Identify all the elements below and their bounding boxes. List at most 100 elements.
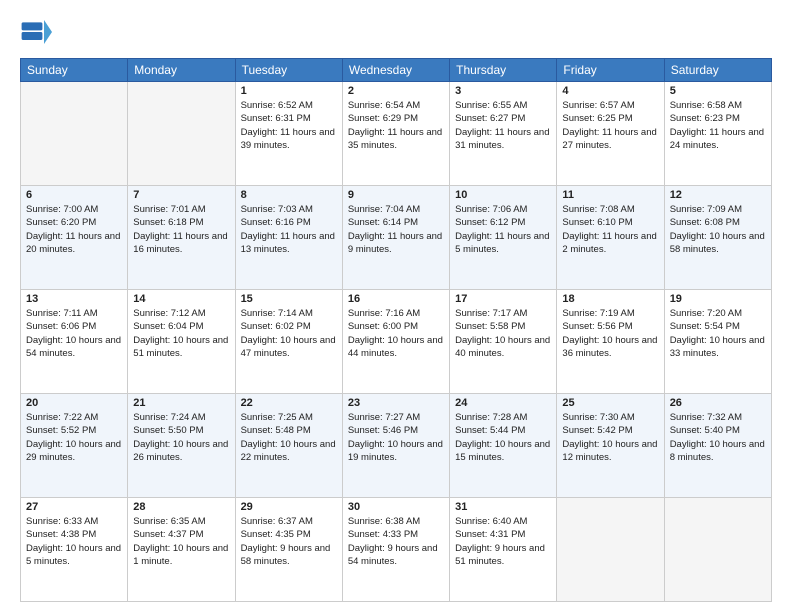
day-info: Sunrise: 7:20 AM Sunset: 5:54 PM Dayligh… — [670, 307, 766, 360]
day-number: 28 — [133, 501, 229, 513]
daylight-label: Daylight: 10 hours and 40 minutes. — [455, 335, 550, 359]
sunrise-label: Sunrise: 6:52 AM — [241, 100, 313, 111]
sunset-label: Sunset: 6:06 PM — [26, 321, 96, 332]
day-info: Sunrise: 6:57 AM Sunset: 6:25 PM Dayligh… — [562, 99, 658, 152]
daylight-label: Daylight: 10 hours and 54 minutes. — [26, 335, 121, 359]
sunset-label: Sunset: 6:31 PM — [241, 113, 311, 124]
weekday-header-row: SundayMondayTuesdayWednesdayThursdayFrid… — [21, 59, 772, 82]
day-info: Sunrise: 6:33 AM Sunset: 4:38 PM Dayligh… — [26, 515, 122, 568]
sunrise-label: Sunrise: 7:32 AM — [670, 412, 742, 423]
calendar-cell: 7 Sunrise: 7:01 AM Sunset: 6:18 PM Dayli… — [128, 186, 235, 290]
calendar-cell: 24 Sunrise: 7:28 AM Sunset: 5:44 PM Dayl… — [450, 394, 557, 498]
daylight-label: Daylight: 10 hours and 58 minutes. — [670, 231, 765, 255]
calendar-cell: 27 Sunrise: 6:33 AM Sunset: 4:38 PM Dayl… — [21, 498, 128, 602]
sunset-label: Sunset: 6:04 PM — [133, 321, 203, 332]
day-number: 17 — [455, 293, 551, 305]
daylight-label: Daylight: 11 hours and 31 minutes. — [455, 127, 549, 151]
daylight-label: Daylight: 11 hours and 27 minutes. — [562, 127, 656, 151]
day-number: 6 — [26, 189, 122, 201]
sunset-label: Sunset: 5:54 PM — [670, 321, 740, 332]
day-number: 8 — [241, 189, 337, 201]
day-info: Sunrise: 7:17 AM Sunset: 5:58 PM Dayligh… — [455, 307, 551, 360]
calendar-cell: 15 Sunrise: 7:14 AM Sunset: 6:02 PM Dayl… — [235, 290, 342, 394]
calendar-cell: 22 Sunrise: 7:25 AM Sunset: 5:48 PM Dayl… — [235, 394, 342, 498]
sunrise-label: Sunrise: 7:06 AM — [455, 204, 527, 215]
sunrise-label: Sunrise: 6:35 AM — [133, 516, 205, 527]
sunset-label: Sunset: 5:50 PM — [133, 425, 203, 436]
calendar-cell: 9 Sunrise: 7:04 AM Sunset: 6:14 PM Dayli… — [342, 186, 449, 290]
daylight-label: Daylight: 10 hours and 47 minutes. — [241, 335, 336, 359]
calendar-cell: 8 Sunrise: 7:03 AM Sunset: 6:16 PM Dayli… — [235, 186, 342, 290]
calendar-cell: 17 Sunrise: 7:17 AM Sunset: 5:58 PM Dayl… — [450, 290, 557, 394]
day-number: 11 — [562, 189, 658, 201]
daylight-label: Daylight: 11 hours and 2 minutes. — [562, 231, 656, 255]
day-info: Sunrise: 7:30 AM Sunset: 5:42 PM Dayligh… — [562, 411, 658, 464]
sunset-label: Sunset: 6:23 PM — [670, 113, 740, 124]
sunrise-label: Sunrise: 7:11 AM — [26, 308, 98, 319]
daylight-label: Daylight: 10 hours and 19 minutes. — [348, 439, 443, 463]
day-info: Sunrise: 7:24 AM Sunset: 5:50 PM Dayligh… — [133, 411, 229, 464]
header — [20, 16, 772, 48]
daylight-label: Daylight: 10 hours and 22 minutes. — [241, 439, 336, 463]
calendar-cell: 5 Sunrise: 6:58 AM Sunset: 6:23 PM Dayli… — [664, 82, 771, 186]
day-info: Sunrise: 6:38 AM Sunset: 4:33 PM Dayligh… — [348, 515, 444, 568]
day-info: Sunrise: 6:55 AM Sunset: 6:27 PM Dayligh… — [455, 99, 551, 152]
calendar-cell: 6 Sunrise: 7:00 AM Sunset: 6:20 PM Dayli… — [21, 186, 128, 290]
day-number: 5 — [670, 85, 766, 97]
sunset-label: Sunset: 6:14 PM — [348, 217, 418, 228]
day-number: 24 — [455, 397, 551, 409]
sunset-label: Sunset: 6:20 PM — [26, 217, 96, 228]
daylight-label: Daylight: 10 hours and 8 minutes. — [670, 439, 765, 463]
sunset-label: Sunset: 5:46 PM — [348, 425, 418, 436]
daylight-label: Daylight: 10 hours and 15 minutes. — [455, 439, 550, 463]
daylight-label: Daylight: 10 hours and 36 minutes. — [562, 335, 657, 359]
logo — [20, 16, 56, 48]
day-number: 20 — [26, 397, 122, 409]
calendar-cell: 19 Sunrise: 7:20 AM Sunset: 5:54 PM Dayl… — [664, 290, 771, 394]
calendar-cell: 21 Sunrise: 7:24 AM Sunset: 5:50 PM Dayl… — [128, 394, 235, 498]
daylight-label: Daylight: 9 hours and 51 minutes. — [455, 543, 545, 567]
day-number: 4 — [562, 85, 658, 97]
calendar-cell: 10 Sunrise: 7:06 AM Sunset: 6:12 PM Dayl… — [450, 186, 557, 290]
daylight-label: Daylight: 10 hours and 1 minute. — [133, 543, 228, 567]
daylight-label: Daylight: 11 hours and 20 minutes. — [26, 231, 120, 255]
day-info: Sunrise: 7:16 AM Sunset: 6:00 PM Dayligh… — [348, 307, 444, 360]
sunrise-label: Sunrise: 7:28 AM — [455, 412, 527, 423]
sunrise-label: Sunrise: 7:20 AM — [670, 308, 742, 319]
day-info: Sunrise: 6:37 AM Sunset: 4:35 PM Dayligh… — [241, 515, 337, 568]
day-info: Sunrise: 6:40 AM Sunset: 4:31 PM Dayligh… — [455, 515, 551, 568]
day-info: Sunrise: 7:28 AM Sunset: 5:44 PM Dayligh… — [455, 411, 551, 464]
daylight-label: Daylight: 10 hours and 51 minutes. — [133, 335, 228, 359]
sunset-label: Sunset: 6:16 PM — [241, 217, 311, 228]
calendar-cell: 14 Sunrise: 7:12 AM Sunset: 6:04 PM Dayl… — [128, 290, 235, 394]
calendar-cell: 29 Sunrise: 6:37 AM Sunset: 4:35 PM Dayl… — [235, 498, 342, 602]
day-info: Sunrise: 6:54 AM Sunset: 6:29 PM Dayligh… — [348, 99, 444, 152]
sunset-label: Sunset: 6:02 PM — [241, 321, 311, 332]
calendar-cell — [557, 498, 664, 602]
weekday-tuesday: Tuesday — [235, 59, 342, 82]
sunset-label: Sunset: 6:18 PM — [133, 217, 203, 228]
day-number: 7 — [133, 189, 229, 201]
week-row-2: 6 Sunrise: 7:00 AM Sunset: 6:20 PM Dayli… — [21, 186, 772, 290]
daylight-label: Daylight: 9 hours and 58 minutes. — [241, 543, 331, 567]
day-number: 15 — [241, 293, 337, 305]
sunset-label: Sunset: 5:56 PM — [562, 321, 632, 332]
daylight-label: Daylight: 11 hours and 24 minutes. — [670, 127, 764, 151]
day-number: 3 — [455, 85, 551, 97]
daylight-label: Daylight: 10 hours and 29 minutes. — [26, 439, 121, 463]
sunrise-label: Sunrise: 6:37 AM — [241, 516, 313, 527]
sunrise-label: Sunrise: 7:04 AM — [348, 204, 420, 215]
day-number: 22 — [241, 397, 337, 409]
sunrise-label: Sunrise: 7:14 AM — [241, 308, 313, 319]
sunrise-label: Sunrise: 6:55 AM — [455, 100, 527, 111]
weekday-wednesday: Wednesday — [342, 59, 449, 82]
week-row-3: 13 Sunrise: 7:11 AM Sunset: 6:06 PM Dayl… — [21, 290, 772, 394]
calendar-cell: 13 Sunrise: 7:11 AM Sunset: 6:06 PM Dayl… — [21, 290, 128, 394]
day-info: Sunrise: 7:06 AM Sunset: 6:12 PM Dayligh… — [455, 203, 551, 256]
weekday-saturday: Saturday — [664, 59, 771, 82]
sunset-label: Sunset: 6:12 PM — [455, 217, 525, 228]
day-info: Sunrise: 7:27 AM Sunset: 5:46 PM Dayligh… — [348, 411, 444, 464]
day-number: 9 — [348, 189, 444, 201]
sunset-label: Sunset: 5:44 PM — [455, 425, 525, 436]
day-info: Sunrise: 6:52 AM Sunset: 6:31 PM Dayligh… — [241, 99, 337, 152]
